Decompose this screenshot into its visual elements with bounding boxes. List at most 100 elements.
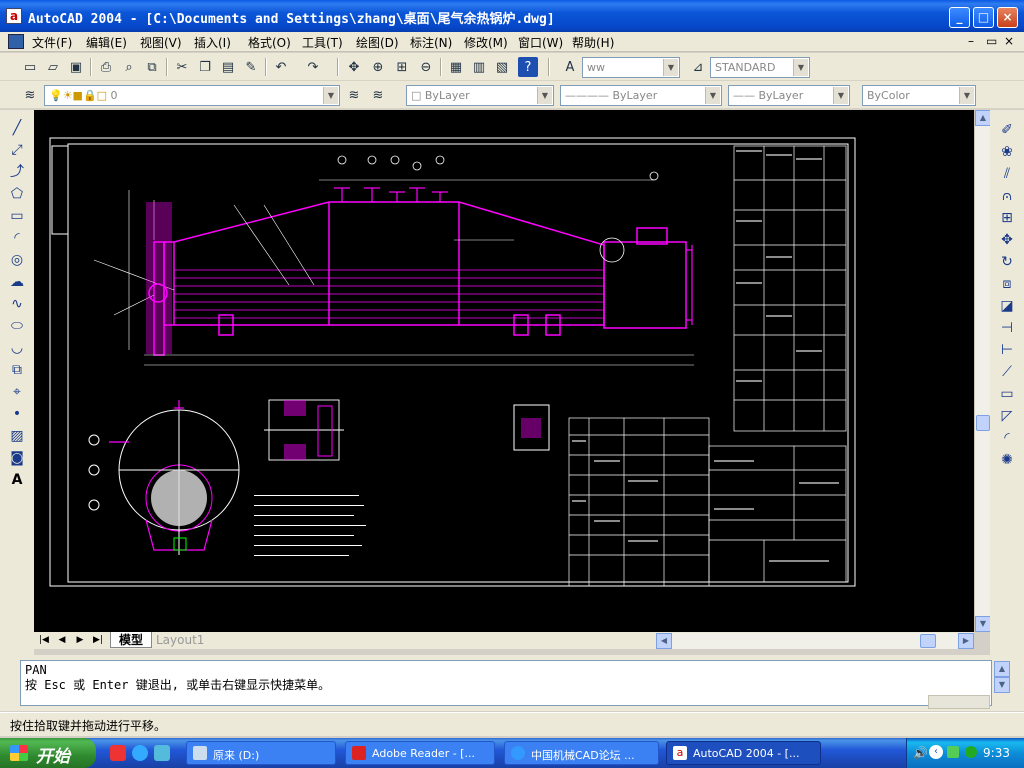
- scroll-down-arrow[interactable]: ▼: [975, 616, 991, 632]
- cut-icon[interactable]: ✂: [172, 57, 192, 77]
- new-icon[interactable]: ▭: [20, 57, 40, 77]
- construction-line-icon[interactable]: ⤢: [7, 140, 27, 160]
- command-hscroll[interactable]: [928, 695, 990, 709]
- line-icon[interactable]: ╱: [7, 118, 27, 138]
- stretch-icon[interactable]: ◪: [997, 296, 1017, 316]
- network-icon[interactable]: [947, 746, 959, 758]
- make-current-layer-icon[interactable]: ≋: [344, 85, 364, 105]
- minimize-button[interactable]: _: [949, 7, 970, 28]
- horizontal-scroll-thumb[interactable]: [920, 634, 936, 648]
- insert-block-icon[interactable]: ⧉: [7, 360, 27, 380]
- clock[interactable]: 9:33: [983, 746, 1010, 760]
- redo-icon[interactable]: ↷: [303, 57, 323, 77]
- title-bar[interactable]: a AutoCAD 2004 - [C:\Documents and Setti…: [0, 0, 1024, 32]
- make-block-icon[interactable]: ⌖: [7, 382, 27, 402]
- plot-style-combo[interactable]: ByColor ▼: [862, 85, 976, 106]
- start-button[interactable]: 开始: [0, 738, 96, 768]
- quicklaunch-app-icon[interactable]: [110, 745, 126, 761]
- last-tab-button[interactable]: ▶|: [90, 633, 106, 648]
- command-line[interactable]: PAN 按 Esc 或 Enter 键退出, 或单击右键显示快捷菜单。: [20, 660, 992, 706]
- match-properties-icon[interactable]: ✎: [241, 57, 261, 77]
- point-icon[interactable]: •: [7, 404, 27, 424]
- drawing-area[interactable]: [34, 110, 974, 632]
- vertical-scrollbar[interactable]: ▲ ▼: [974, 110, 991, 632]
- menu-window[interactable]: 窗口(W): [518, 34, 563, 51]
- doc-minimize-button[interactable]: –: [968, 34, 974, 48]
- hatch-icon[interactable]: ▨: [7, 426, 27, 446]
- tab-model[interactable]: 模型: [110, 632, 153, 648]
- chamfer-icon[interactable]: ◸: [997, 406, 1017, 426]
- array-icon[interactable]: ⊞: [997, 208, 1017, 228]
- polygon-icon[interactable]: ⬠: [7, 184, 27, 204]
- break-icon[interactable]: ⟋: [997, 362, 1017, 382]
- prev-tab-button[interactable]: ◀: [54, 633, 70, 648]
- explode-icon[interactable]: ✺: [997, 450, 1017, 470]
- menu-insert[interactable]: 插入(I): [194, 34, 231, 51]
- plot-preview-icon[interactable]: ⌕: [119, 57, 139, 77]
- copy-object-icon[interactable]: ❀: [997, 142, 1017, 162]
- linetype-combo[interactable]: ———— ByLayer ▼: [560, 85, 722, 106]
- help-icon[interactable]: ?: [518, 57, 538, 77]
- region-icon[interactable]: ◙: [7, 448, 27, 468]
- dim-style-combo[interactable]: STANDARD ▼: [710, 57, 810, 78]
- zoom-realtime-icon[interactable]: ⊕: [368, 57, 388, 77]
- security-icon[interactable]: [965, 746, 977, 758]
- lineweight-combo[interactable]: —— ByLayer ▼: [728, 85, 850, 106]
- open-icon[interactable]: ▱: [43, 57, 63, 77]
- scroll-right-arrow[interactable]: ▶: [958, 633, 974, 649]
- close-button[interactable]: ×: [997, 7, 1018, 28]
- text-style-icon[interactable]: A: [560, 57, 580, 77]
- tab-layout1[interactable]: Layout1: [148, 632, 212, 648]
- trim-icon[interactable]: ⊣: [997, 318, 1017, 338]
- save-icon[interactable]: ▣: [66, 57, 86, 77]
- layer-combo[interactable]: 💡☀■🔒□ 0 ▼: [44, 85, 340, 106]
- menu-file[interactable]: 文件(F): [32, 34, 72, 51]
- multiline-text-icon[interactable]: A: [7, 470, 27, 490]
- show-desktop-icon[interactable]: [154, 745, 170, 761]
- ellipse-icon[interactable]: ⬭: [7, 316, 27, 336]
- rotate-icon[interactable]: ↻: [997, 252, 1017, 272]
- command-scroll-up[interactable]: ▲: [994, 661, 1010, 677]
- vertical-scroll-thumb[interactable]: [976, 415, 990, 431]
- join-icon[interactable]: ▭: [997, 384, 1017, 404]
- task-cad-forum[interactable]: 中国机械CAD论坛 ...: [504, 741, 659, 765]
- menu-help[interactable]: 帮助(H): [572, 34, 614, 51]
- task-drive-d[interactable]: 原来 (D:): [186, 741, 336, 765]
- dim-style-icon[interactable]: ⊿: [688, 57, 708, 77]
- erase-icon[interactable]: ✐: [997, 120, 1017, 140]
- doc-restore-button[interactable]: ▭: [986, 34, 997, 48]
- plot-icon[interactable]: ⎙: [96, 57, 116, 77]
- publish-icon[interactable]: ⧉: [142, 57, 162, 77]
- offset-icon[interactable]: ⩀: [997, 186, 1017, 206]
- mirror-icon[interactable]: ⫽: [997, 164, 1017, 184]
- design-center-icon[interactable]: ▥: [469, 57, 489, 77]
- fillet-icon[interactable]: ◜: [997, 428, 1017, 448]
- document-icon[interactable]: [8, 34, 24, 49]
- tool-palettes-icon[interactable]: ▧: [492, 57, 512, 77]
- tray-collapse-icon[interactable]: ‹: [929, 745, 943, 759]
- extend-icon[interactable]: ⊢: [997, 340, 1017, 360]
- next-tab-button[interactable]: ▶: [72, 633, 88, 648]
- layer-previous-icon[interactable]: ≋: [368, 85, 388, 105]
- task-adobe-reader[interactable]: Adobe Reader - [...: [345, 741, 495, 765]
- rectangle-icon[interactable]: ▭: [7, 206, 27, 226]
- menu-tools[interactable]: 工具(T): [302, 34, 343, 51]
- ellipse-arc-icon[interactable]: ◡: [7, 338, 27, 358]
- pan-icon[interactable]: ✥: [344, 57, 364, 77]
- undo-icon[interactable]: ↶: [271, 57, 291, 77]
- internet-explorer-icon[interactable]: [132, 745, 148, 761]
- zoom-window-icon[interactable]: ⊞: [392, 57, 412, 77]
- properties-icon[interactable]: ▦: [446, 57, 466, 77]
- text-style-combo[interactable]: ww ▼: [582, 57, 680, 78]
- menu-edit[interactable]: 编辑(E): [86, 34, 127, 51]
- horizontal-scrollbar[interactable]: ◀ ▶: [656, 633, 974, 649]
- copy-icon[interactable]: ❐: [195, 57, 215, 77]
- menu-format[interactable]: 格式(O): [248, 34, 291, 51]
- doc-close-button[interactable]: ×: [1004, 34, 1014, 48]
- autocad-app-icon[interactable]: a: [6, 8, 22, 24]
- paste-icon[interactable]: ▤: [218, 57, 238, 77]
- menu-dimension[interactable]: 标注(N): [410, 34, 452, 51]
- zoom-previous-icon[interactable]: ⊖: [416, 57, 436, 77]
- move-icon[interactable]: ✥: [997, 230, 1017, 250]
- command-scroll-down[interactable]: ▼: [994, 677, 1010, 693]
